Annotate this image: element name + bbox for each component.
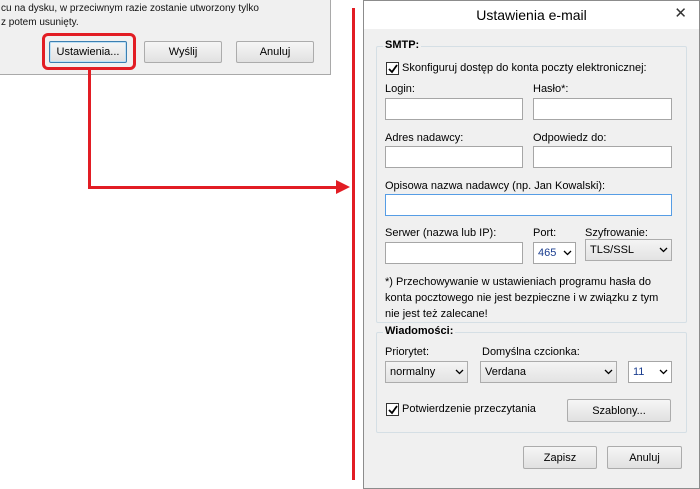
arrow-vertical-segment xyxy=(88,69,91,189)
sender-name-label: Opisowa nazwa nadawcy (np. Jan Kowalski)… xyxy=(385,180,606,192)
dialog-title: Ustawienia e-mail xyxy=(476,7,587,23)
cancel-button[interactable]: Anuluj xyxy=(607,446,682,469)
default-font-select[interactable]: Verdana xyxy=(480,361,617,383)
note-line: *) Przechowywanie w ustawieniach program… xyxy=(385,276,651,288)
chevron-down-icon xyxy=(655,240,671,260)
chevron-down-icon xyxy=(655,362,671,382)
note-line: konta pocztowego nie jest bezpieczne i w… xyxy=(385,292,659,304)
reply-to-field[interactable] xyxy=(533,146,672,168)
password-storage-note: *) Przechowywanie w ustawieniach program… xyxy=(385,274,658,322)
chevron-down-icon xyxy=(600,362,616,382)
port-select[interactable]: 465 xyxy=(533,242,576,264)
settings-highlight-box xyxy=(42,33,136,70)
default-font-value: Verdana xyxy=(485,366,526,378)
port-label: Port: xyxy=(533,227,557,239)
checkmark-icon xyxy=(387,63,398,73)
priority-select[interactable]: normalny xyxy=(385,361,468,383)
annotation-vertical-line xyxy=(352,8,355,480)
arrow-head-icon xyxy=(336,180,350,194)
port-value: 465 xyxy=(538,247,557,259)
save-button[interactable]: Zapisz xyxy=(523,446,597,469)
encryption-select[interactable]: TLS/SSL xyxy=(585,239,672,261)
note-line: nie jest też zalecane! xyxy=(385,308,488,320)
dialog-text-line-2: z potem usunięty. xyxy=(1,17,79,28)
font-size-value: 11 xyxy=(633,366,645,378)
checkmark-icon xyxy=(387,404,398,414)
chevron-down-icon xyxy=(451,362,467,382)
encryption-label: Szyfrowanie: xyxy=(585,227,648,239)
dialog-text-line-1: cu na dysku, w przeciwnym razie zostanie… xyxy=(1,3,259,14)
encryption-value: TLS/SSL xyxy=(590,244,635,256)
server-field[interactable] xyxy=(385,242,523,264)
sender-address-label: Adres nadawcy: xyxy=(385,132,464,144)
font-size-select[interactable]: 11 xyxy=(628,361,672,383)
login-field[interactable] xyxy=(385,98,523,120)
templates-button[interactable]: Szablony... xyxy=(567,399,671,422)
reply-to-label: Odpowiedz do: xyxy=(533,132,607,144)
password-field[interactable] xyxy=(533,98,672,120)
email-settings-dialog: Ustawienia e-mail ✕ SMTP: Skonfiguruj do… xyxy=(363,0,700,489)
configure-account-label[interactable]: Skonfiguruj dostęp do konta poczty elekt… xyxy=(402,62,647,74)
chevron-down-icon xyxy=(559,243,575,263)
sender-address-field[interactable] xyxy=(385,146,523,168)
messages-group-title: Wiadomości: xyxy=(383,325,456,337)
priority-label: Priorytet: xyxy=(385,346,430,358)
server-label: Serwer (nazwa lub IP): xyxy=(385,227,497,239)
arrow-horizontal-segment xyxy=(88,186,338,189)
password-label: Hasło*: xyxy=(533,83,569,95)
configure-account-checkbox[interactable] xyxy=(386,62,399,75)
title-bar: Ustawienia e-mail ✕ xyxy=(364,1,699,29)
send-button[interactable]: Wyślij xyxy=(144,41,222,63)
default-font-label: Domyślna czcionka: xyxy=(482,346,580,358)
smtp-group-title: SMTP: xyxy=(383,39,422,51)
priority-value: normalny xyxy=(390,366,436,378)
login-label: Login: xyxy=(385,83,415,95)
sender-name-field[interactable] xyxy=(385,194,672,216)
read-receipt-label[interactable]: Potwierdzenie przeczytania xyxy=(402,403,536,415)
close-icon[interactable]: ✕ xyxy=(674,6,687,22)
cancel-button-left[interactable]: Anuluj xyxy=(236,41,314,63)
read-receipt-checkbox[interactable] xyxy=(386,403,399,416)
